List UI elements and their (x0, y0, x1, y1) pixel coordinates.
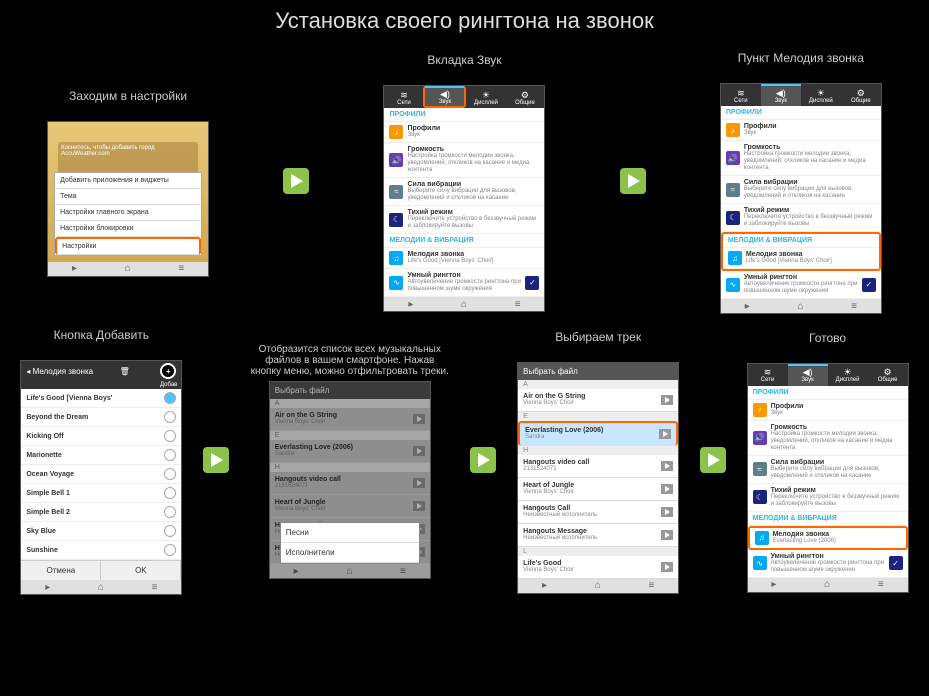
item-profiles[interactable]: ♪ПрофилиЗвук (384, 122, 544, 143)
trash-icon[interactable]: 🗑 (120, 367, 130, 376)
cancel-button[interactable]: Отмена (21, 561, 101, 580)
back-icon[interactable]: ▸ (72, 263, 77, 274)
ok-button[interactable]: OK (101, 561, 181, 580)
wifi-icon: ≋ (400, 91, 408, 100)
screen-home: Коснитесь, чтобы добавить городAccuWeath… (47, 121, 209, 277)
tab-net[interactable]: ≋Сети (384, 86, 423, 108)
caption-2: Вкладка Звук (427, 53, 501, 81)
screen-file-list: Выбрать файл A Air on the G StringVienna… (269, 381, 431, 579)
arrow-icon (203, 447, 229, 473)
item-ringtone-hl[interactable]: ♫Мелодия звонкаLife's Good [Vienna Boys'… (723, 248, 879, 269)
screen-sound-tab: ≋Сети ◀)Звук ☀Дисплей ⚙Общие ПРОФИЛИ ♪Пр… (383, 85, 545, 312)
ctx-home[interactable]: Настройки главного экрана (55, 205, 201, 221)
popup-artists[interactable]: Исполнители (281, 543, 419, 563)
item-smart[interactable]: ∿Умный рингтонАвтоувеличение громкости р… (384, 269, 544, 297)
screen-ringtone-item: ≋Сети ◀)Звук ☀Дисплей ⚙Общие ПРОФИЛИ ♪Пр… (720, 83, 882, 314)
ctx-theme[interactable]: Тема (55, 189, 201, 205)
tab-display[interactable]: ☀Дисплей (466, 86, 505, 108)
caption-3: Пункт Мелодия звонка (738, 51, 864, 79)
screen-done: ≋Сети ◀)Звук ☀Дисплей ⚙Общие ПРОФИЛИ ♪Пр… (747, 363, 909, 593)
row-1: Заходим в настройки Коснитесь, чтобы доб… (0, 42, 929, 319)
tone-item[interactable]: Sky Blue (21, 522, 181, 541)
page-title: Установка своего рингтона на звонок (0, 0, 929, 42)
home-icon[interactable]: ⌂ (125, 263, 131, 274)
screen-select-track: Выбрать файл A Air on the G StringVienna… (517, 362, 679, 594)
tone-item[interactable]: Simple Bell 1 (21, 484, 181, 503)
screen-add-button: ◂ Мелодия звонка🗑+ Добав Life's Good [Vi… (20, 360, 182, 595)
arrow-icon (283, 168, 309, 194)
gear-icon: ⚙ (521, 91, 529, 100)
caption-4: Кнопка Добавить (54, 328, 149, 356)
tone-item[interactable]: Beyond the Dream (21, 408, 181, 427)
tone-item[interactable]: Simple Bell 2 (21, 503, 181, 522)
caption-5: Отобразится список всех музыкальных файл… (250, 344, 450, 377)
item-quiet[interactable]: ☾Тихий режимПереключите устройство в без… (384, 206, 544, 234)
caption-7: Готово (809, 331, 846, 359)
arrow-icon (700, 447, 726, 473)
widget: Коснитесь, чтобы добавить городAccuWeath… (58, 142, 198, 176)
ctx-add[interactable]: Добавить приложения и виджеты (55, 173, 201, 189)
item-ringtone[interactable]: ♫Мелодия звонкаLife's Good [Vienna Boys'… (384, 248, 544, 269)
tone-item[interactable]: Life's Good [Vienna Boys' (21, 389, 181, 408)
sound-icon: ◀) (440, 90, 450, 99)
item-vibration[interactable]: ≈Сила вибрацииВыберите силу вибрации для… (384, 178, 544, 206)
tone-item[interactable]: Marionette (21, 446, 181, 465)
menu-icon[interactable]: ≡ (178, 263, 184, 274)
add-button[interactable]: + (160, 363, 176, 379)
ctx-settings[interactable]: Настройки (55, 237, 201, 255)
tone-item[interactable]: Ocean Voyage (21, 465, 181, 484)
caption-6: Выбираем трек (555, 330, 641, 358)
tone-item[interactable]: Sunshine (21, 541, 181, 560)
back-icon[interactable]: ◂ (26, 367, 30, 376)
row-2: Кнопка Добавить ◂ Мелодия звонка🗑+ Добав… (0, 319, 929, 600)
popup-songs[interactable]: Песни (281, 523, 419, 543)
brightness-icon: ☀ (482, 91, 490, 100)
caption-1: Заходим в настройки (69, 89, 187, 117)
tab-general[interactable]: ⚙Общие (505, 86, 544, 108)
item-ringtone-done[interactable]: ♫Мелодия звонкаEverlasting Love (2006) (748, 526, 908, 550)
arrow-icon (470, 447, 496, 473)
context-menu: Добавить приложения и виджеты Тема Настр… (54, 172, 202, 256)
filter-popup: Песни Исполнители (280, 522, 420, 564)
tab-sound[interactable]: ◀)Звук (423, 86, 466, 108)
tone-item[interactable]: Kicking Off (21, 427, 181, 446)
arrow-icon (620, 168, 646, 194)
selected-track[interactable]: Everlasting Love (2006)Sandra (518, 421, 678, 446)
item-volume[interactable]: 🔊ГромкостьНастройка громкости мелодии зв… (384, 143, 544, 178)
ctx-lock[interactable]: Настройки блокировки (55, 221, 201, 237)
